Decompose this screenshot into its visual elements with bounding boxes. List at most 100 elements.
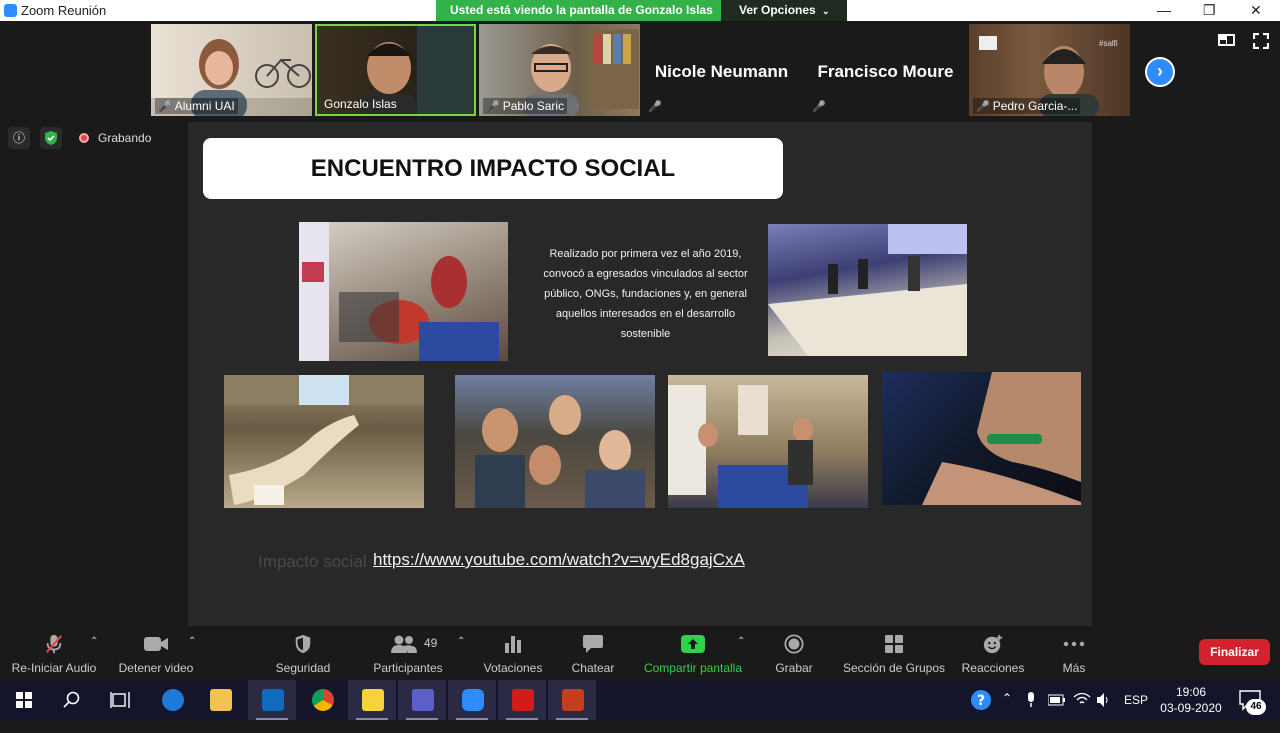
poll-chart-icon: [505, 636, 521, 653]
audio-options-caret-icon[interactable]: ⌃: [90, 636, 98, 647]
chat-button-label: Chatear: [571, 661, 615, 675]
taskbar-chrome[interactable]: [298, 680, 346, 720]
input-language[interactable]: ESP: [1124, 693, 1148, 733]
battery-icon[interactable]: [1048, 694, 1066, 706]
meeting-toolbar: Re-Iniciar Audio ⌃ Detener video ⌃ Segur…: [0, 626, 1280, 680]
audio-button[interactable]: Re-Iniciar Audio: [4, 626, 104, 680]
windows-logo-icon: [16, 692, 32, 708]
participant-name-placeholder: Nicole Neumann: [654, 62, 789, 81]
youtube-link[interactable]: https://www.youtube.com/watch?v=wyEd8gaj…: [373, 550, 745, 570]
mic-muted-icon: 🎤: [486, 101, 500, 113]
slide-link-ghost-text: Impacto social: [258, 552, 367, 571]
encryption-shield-icon[interactable]: [40, 127, 62, 149]
security-button[interactable]: Seguridad: [265, 626, 341, 680]
taskbar-edge[interactable]: [148, 680, 196, 720]
video-button-label: Detener video: [118, 661, 194, 675]
system-clock[interactable]: 19:06 03-09-2020: [1158, 684, 1224, 716]
view-options-label: Ver Opciones: [739, 3, 816, 17]
share-options-caret-icon[interactable]: ⌃: [737, 636, 745, 647]
sticky-notes-icon: [362, 689, 384, 711]
participant-name: Gonzalo Islas: [324, 97, 397, 111]
show-hidden-icons-chevron-icon[interactable]: ⌃: [1002, 691, 1012, 731]
next-page-button[interactable]: ›: [1145, 57, 1175, 87]
participant-tile[interactable]: #salfi 🎤 Pedro Garcia-...: [969, 24, 1130, 116]
participant-name: 🎤 Alumni UAI: [155, 98, 238, 114]
volume-icon[interactable]: [1096, 692, 1112, 708]
video-button[interactable]: Detener video: [112, 626, 200, 680]
taskbar-acrobat[interactable]: [498, 680, 546, 720]
gallery-view-icon[interactable]: [1218, 34, 1235, 46]
participant-tile[interactable]: Francisco Moure 🎤: [805, 24, 966, 116]
chat-button[interactable]: Chatear: [563, 626, 623, 680]
slide-photo: [668, 375, 868, 508]
teams-icon: [412, 689, 434, 711]
view-options-button[interactable]: Ver Opciones ⌄: [721, 0, 847, 21]
slide-photo: [224, 375, 424, 508]
taskbar-zoom[interactable]: [448, 680, 496, 720]
share-screen-button[interactable]: Compartir pantalla: [638, 626, 748, 680]
outlook-icon: [262, 689, 284, 711]
title-bar: Zoom Reunión Usted está viendo la pantal…: [0, 0, 1280, 21]
more-dots-icon: [1063, 641, 1085, 647]
breakout-rooms-button[interactable]: Sección de Grupos: [838, 626, 950, 680]
task-view-button[interactable]: [96, 680, 144, 720]
security-button-label: Seguridad: [275, 661, 331, 675]
share-banner: Usted está viendo la pantalla de Gonzalo…: [436, 0, 847, 21]
record-icon: [784, 634, 804, 654]
slide-title: ENCUENTRO IMPACTO SOCIAL: [203, 138, 783, 199]
zoom-app-icon: [462, 689, 484, 711]
shared-screen: ENCUENTRO IMPACTO SOCIAL Realizado por p…: [188, 122, 1092, 626]
participant-mute-indicator: 🎤: [645, 98, 668, 114]
clock-time: 19:06: [1175, 685, 1207, 699]
taskbar-teams[interactable]: [398, 680, 446, 720]
shield-icon: [295, 634, 311, 654]
task-view-icon: [110, 692, 130, 708]
restore-button[interactable]: ❐: [1203, 2, 1216, 19]
powerpoint-icon: [562, 689, 584, 711]
participant-tile[interactable]: 🎤 Pablo Saric: [479, 24, 640, 116]
folder-icon: [210, 689, 232, 711]
slide-photo: [455, 375, 655, 508]
microphone-tray-icon[interactable]: [1026, 692, 1036, 708]
window-title: Zoom Reunión: [21, 3, 107, 18]
polls-button[interactable]: Votaciones: [478, 626, 548, 680]
mic-muted-icon: [45, 634, 63, 654]
participants-options-caret-icon[interactable]: ⌃: [457, 636, 465, 647]
search-button[interactable]: [48, 680, 96, 720]
participant-mute-indicator: 🎤: [809, 98, 832, 114]
reactions-button[interactable]: Reacciones: [960, 626, 1026, 680]
video-options-caret-icon[interactable]: ⌃: [188, 636, 196, 647]
slide-photo: [768, 224, 967, 356]
edge-browser-icon: [162, 689, 184, 711]
recording-label: Grabando: [98, 131, 152, 145]
participant-tile[interactable]: 🎤 Alumni UAI: [151, 24, 312, 116]
meeting-info-icon[interactable]: ⓘ: [8, 127, 30, 149]
record-button[interactable]: Grabar: [766, 626, 822, 680]
end-meeting-button[interactable]: Finalizar: [1199, 639, 1270, 665]
taskbar-outlook[interactable]: [248, 680, 296, 720]
polls-button-label: Votaciones: [483, 661, 543, 675]
start-button[interactable]: [0, 680, 48, 720]
mic-muted-icon: 🎤: [648, 101, 662, 113]
search-icon: [63, 691, 80, 708]
minimize-button[interactable]: —: [1157, 2, 1171, 18]
more-button[interactable]: Más: [1052, 626, 1096, 680]
svg-text:?: ?: [977, 693, 985, 709]
reaction-smiley-icon: [983, 634, 1003, 654]
taskbar-sticky-notes[interactable]: [348, 680, 396, 720]
notifications-count-badge: 46: [1246, 699, 1266, 715]
participant-tile[interactable]: Nicole Neumann 🎤: [641, 24, 802, 116]
help-question-icon[interactable]: ?: [970, 689, 992, 711]
taskbar-file-explorer[interactable]: [196, 680, 244, 720]
participants-count: 49: [424, 636, 438, 650]
slide-photo: [882, 372, 1081, 505]
participant-tile-active-speaker[interactable]: Gonzalo Islas: [315, 24, 476, 116]
fullscreen-icon[interactable]: [1253, 33, 1269, 49]
participant-name: 🎤 Pablo Saric: [483, 98, 568, 114]
taskbar-powerpoint[interactable]: [548, 680, 596, 720]
recording-indicator-icon: [79, 133, 89, 143]
participants-button-label: Participantes: [373, 661, 443, 675]
wifi-icon[interactable]: [1073, 692, 1091, 706]
participants-button[interactable]: 49 Participantes: [368, 626, 448, 680]
close-button[interactable]: ✕: [1250, 2, 1262, 19]
